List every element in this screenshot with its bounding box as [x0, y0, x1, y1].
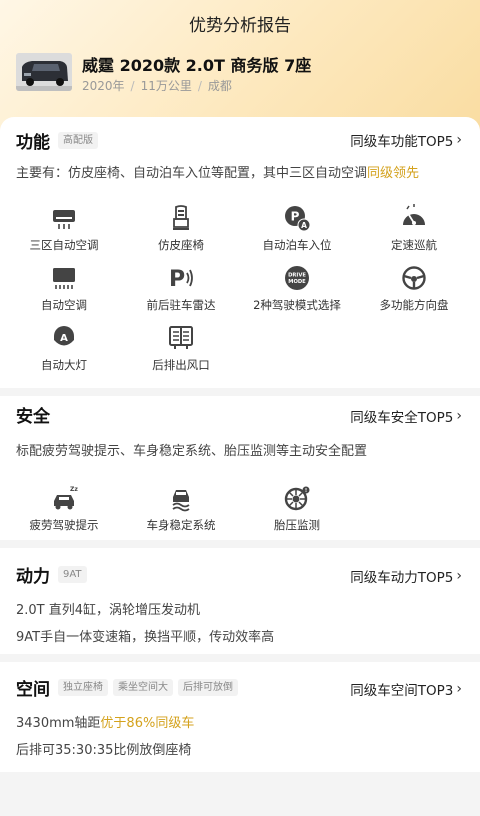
function-desc-text: 主要有：仿皮座椅、自动泊车入位等配置，其中三区自动空调 [16, 166, 368, 181]
feature-item[interactable]: 车身稳定系统 [121, 485, 241, 533]
space-tag: 后排可放倒 [178, 678, 238, 696]
van-image [16, 53, 72, 91]
space-line-wheelbase: 3430mm轴距优于86%同级车 [16, 712, 194, 731]
svg-text:MODE: MODE [288, 279, 306, 285]
feature-item[interactable]: 三区自动空调 [4, 205, 124, 253]
drive-mode-icon: DRIVE MODE [285, 266, 309, 290]
power-rank-label: 同级车动力TOP5 [350, 570, 454, 586]
separator: / [197, 79, 202, 93]
power-card: 动力 9AT 同级车动力TOP5 › 2.0T 直列4缸，涡轮增压发动机 9AT手… [0, 548, 480, 654]
space-tag: 乘坐空间大 [113, 678, 173, 696]
feature-label: 自动泊车入位 [262, 238, 332, 252]
safety-header: 安全 [16, 399, 50, 429]
page-title: 优势分析报告 [189, 16, 291, 36]
chevron-right-icon: › [456, 568, 462, 584]
svg-text:P: P [169, 267, 185, 292]
feature-label: 前后驻车雷达 [146, 298, 216, 312]
feature-label: 三区自动空调 [29, 238, 99, 252]
feature-label: 后排出风口 [152, 358, 210, 372]
function-desc-highlight: 同级领先 [367, 166, 420, 181]
function-tag: 高配版 [58, 131, 98, 149]
steering-wheel-icon [402, 266, 426, 290]
fatigue-warning-icon: Zz [54, 486, 78, 510]
car-title: 威霆 2020款 2.0T 商务版 7座 [82, 56, 312, 75]
feature-item[interactable]: Zz 疲劳驾驶提示 [4, 485, 124, 533]
svg-text:A: A [301, 221, 307, 230]
auto-ac-icon [53, 268, 75, 289]
function-header: 功能 高配版 [16, 125, 98, 155]
feature-item[interactable]: A 自动大灯 [4, 325, 124, 373]
car-mileage: 11万公里 [140, 79, 192, 93]
function-card: 功能 高配版 同级车功能TOP5 › 主要有：仿皮座椅、自动泊车入位等配置，其中三… [0, 117, 480, 388]
space-header: 空间 独立座椅 乘坐空间大 后排可放倒 [16, 672, 238, 702]
power-title: 动力 [16, 566, 50, 587]
space-wheelbase-highlight: 优于86%同级车 [100, 716, 195, 731]
safety-description: 标配疲劳驾驶提示、车身稳定系统、胎压监测等主动安全配置 [16, 444, 368, 459]
feature-label: 定速巡航 [391, 238, 437, 252]
feature-item[interactable]: ! 胎压监测 [237, 485, 357, 533]
tire-pressure-icon: ! [284, 486, 310, 511]
separator: / [130, 79, 135, 93]
feature-label: 自动空调 [41, 298, 87, 312]
rear-vent-icon [169, 326, 193, 349]
car-meta: 2020年 / 11万公里 / 成都 [82, 77, 232, 94]
space-title: 空间 [16, 679, 50, 700]
power-rank-link[interactable]: 同级车动力TOP5 › [350, 566, 462, 586]
safety-rank-link[interactable]: 同级车安全TOP5 › [350, 406, 462, 426]
cruise-control-icon [403, 204, 425, 225]
svg-text:!: ! [305, 488, 307, 494]
chevron-right-icon: › [456, 681, 462, 697]
space-tag: 独立座椅 [58, 678, 108, 696]
svg-text:A: A [60, 333, 68, 344]
feature-item[interactable]: 自动空调 [4, 265, 124, 313]
function-description: 主要有：仿皮座椅、自动泊车入位等配置，其中三区自动空调同级领先 [16, 162, 419, 181]
feature-item[interactable]: P 前后驻车雷达 [121, 265, 241, 313]
car-thumbnail[interactable] [16, 53, 72, 91]
space-card: 空间 独立座椅 乘坐空间大 后排可放倒 同级车空间TOP3 › 3430mm轴距优… [0, 662, 480, 772]
svg-text:DRIVE: DRIVE [288, 273, 306, 279]
stability-control-icon [172, 490, 190, 512]
feature-label: 仿皮座椅 [158, 238, 204, 252]
feature-item[interactable]: 仿皮座椅 [121, 205, 241, 253]
safety-rank-label: 同级车安全TOP5 [350, 410, 454, 426]
space-rank-label: 同级车空间TOP3 [350, 683, 454, 699]
feature-item[interactable]: 后排出风口 [121, 325, 241, 373]
feature-item[interactable]: P A 自动泊车入位 [237, 205, 357, 253]
function-rank-link[interactable]: 同级车功能TOP5 › [350, 130, 462, 150]
svg-text:Zz: Zz [70, 486, 78, 493]
seat-icon [173, 205, 189, 230]
safety-title: 安全 [16, 406, 50, 427]
car-city: 成都 [207, 79, 232, 93]
svg-text:P: P [291, 210, 300, 224]
power-line-engine: 2.0T 直列4缸，涡轮增压发动机 [16, 603, 201, 618]
feature-label: 2种驾驶模式选择 [253, 298, 341, 312]
power-header: 动力 9AT [16, 559, 87, 589]
feature-label: 疲劳驾驶提示 [29, 518, 99, 532]
feature-item[interactable]: DRIVE MODE 2种驾驶模式选择 [237, 265, 357, 313]
chevron-right-icon: › [456, 408, 462, 424]
feature-item[interactable]: 多功能方向盘 [354, 265, 474, 313]
space-wheelbase-text: 3430mm轴距 [16, 716, 101, 731]
function-title: 功能 [16, 132, 50, 153]
feature-label: 车身稳定系统 [146, 518, 216, 532]
safety-card: 安全 同级车安全TOP5 › 标配疲劳驾驶提示、车身稳定系统、胎压监测等主动安全配… [0, 396, 480, 540]
feature-label: 自动大灯 [41, 358, 87, 372]
power-line-transmission: 9AT手自一体变速箱，换挡平顺，传动效率高 [16, 630, 275, 645]
space-rank-link[interactable]: 同级车空间TOP3 › [350, 679, 462, 699]
auto-parking-icon: P A [285, 206, 311, 232]
feature-item[interactable]: 定速巡航 [354, 204, 474, 253]
chevron-right-icon: › [456, 132, 462, 148]
feature-label: 多功能方向盘 [379, 298, 449, 312]
car-year: 2020年 [82, 79, 125, 93]
air-conditioner-icon [53, 210, 75, 229]
power-tag: 9AT [58, 565, 87, 583]
function-rank-label: 同级车功能TOP5 [350, 134, 454, 150]
space-line-rear-seats: 后排可35:30:35比例放倒座椅 [16, 743, 192, 758]
auto-headlight-icon: A [54, 326, 74, 346]
parking-radar-icon: P [169, 267, 193, 292]
feature-label: 胎压监测 [274, 518, 320, 532]
